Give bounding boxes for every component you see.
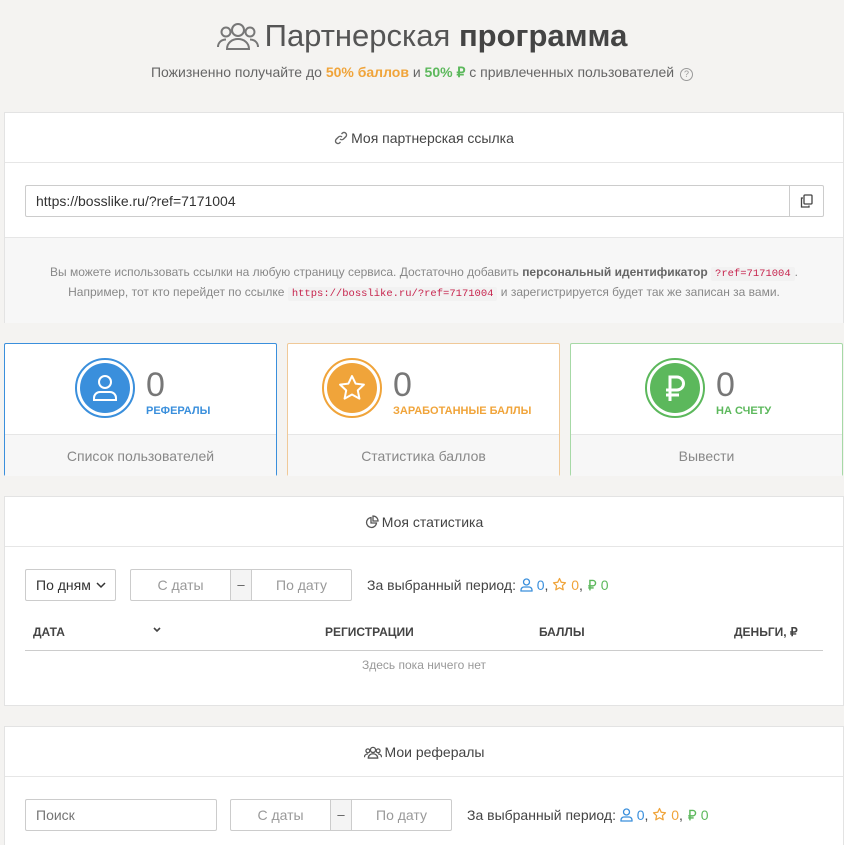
link-icon [334, 131, 348, 145]
points-count: 0 [393, 366, 412, 404]
ref-note-line1-code: ?ref=7171004 [711, 267, 795, 281]
stats-period-points: 0 [571, 577, 580, 593]
chevron-down-icon[interactable] [152, 625, 162, 640]
referrals-badge [75, 358, 135, 418]
stats-period-summary: За выбранный период: 0, 0, 0 [367, 577, 609, 593]
points-label: ЗАРАБОТАННЫЕ БАЛЛЫ [393, 405, 532, 417]
ref-note-line2-post: и зарегистрируется будет так же записан … [500, 285, 780, 299]
referrals-label: РЕФЕРАЛЫ [146, 405, 211, 417]
subtitle-post: с привлеченных пользователей [469, 64, 675, 80]
ref-note-area: Вы можете использовать ссылки на любую с… [5, 237, 843, 323]
group-by-value: По дням [36, 577, 91, 593]
referrals-period-users: 0 [636, 807, 645, 823]
ref-note-line2-code: https://bosslike.ru/?ref=7171004 [287, 287, 498, 301]
referrals-count: 0 [146, 366, 165, 404]
ruble-icon [588, 579, 596, 591]
my-referrals-panel: Мои рефералы С даты – По дату За выбранн… [4, 726, 844, 845]
referrals-period-label: За выбранный период: [467, 807, 616, 823]
stats-heading-text: Моя статистика [381, 514, 484, 530]
points-badge [322, 358, 382, 418]
users-list-link[interactable]: Список пользователей [5, 434, 276, 476]
stats-period-label: За выбранный период: [367, 577, 516, 593]
group-by-select[interactable]: По дням [25, 569, 116, 601]
stats-heading: Моя статистика [5, 497, 843, 547]
stats-date-separator: – [230, 570, 252, 600]
column-registrations: РЕГИСТРАЦИИ [325, 625, 414, 639]
ref-link-panel: Моя партнерская ссылка Вы можете использ… [4, 112, 844, 323]
referrals-period-points: 0 [671, 807, 680, 823]
subtitle-points: 50% баллов [325, 64, 409, 80]
stats-period-money: 0 [600, 577, 609, 593]
referrals-period-money: 0 [700, 807, 709, 823]
ruble-icon [688, 809, 696, 821]
ref-note: Вы можете использовать ссылки на любую с… [5, 263, 843, 303]
referrals-search-input[interactable] [25, 799, 217, 831]
my-referrals-heading-text: Мои рефералы [384, 744, 485, 760]
referrals-date-range: С даты – По дату [230, 799, 452, 831]
points-card: 0 ЗАРАБОТАННЫЕ БАЛЛЫ Статистика баллов [287, 343, 560, 476]
stats-empty-message: Здесь пока ничего нет [362, 658, 486, 672]
copy-icon [800, 194, 813, 208]
ref-link-field [25, 185, 824, 217]
referrals-date-to[interactable]: По дату [352, 800, 451, 830]
ref-note-line1-end: . [794, 265, 798, 279]
user-icon [93, 375, 117, 401]
stats-date-to[interactable]: По дату [252, 570, 351, 600]
copy-button[interactable] [789, 186, 823, 216]
withdraw-link[interactable]: Вывести [571, 434, 842, 476]
chevron-down-icon [95, 570, 107, 610]
stats-table-header: ДАТА РЕГИСТРАЦИИ БАЛЛЫ ДЕНЬГИ, ₽ [25, 625, 823, 651]
ref-note-line1-pre: Вы можете использовать ссылки на любую с… [50, 265, 519, 279]
column-money: ДЕНЬГИ, ₽ [734, 625, 798, 639]
ref-link-heading: Моя партнерская ссылка [5, 113, 843, 163]
title-bold: программа [458, 18, 628, 53]
column-date[interactable]: ДАТА [33, 625, 65, 639]
subtitle-pre: Пожизненно получайте до [150, 64, 322, 80]
subtitle-and: и [412, 64, 421, 80]
referrals-date-separator: – [330, 800, 352, 830]
money-label: НА СЧЕТУ [716, 405, 772, 417]
star-icon [653, 807, 667, 821]
user-icon [520, 578, 533, 592]
page-subtitle: Пожизненно получайте до 50% баллов и 50%… [0, 64, 844, 81]
money-count: 0 [716, 366, 735, 404]
ruble-icon [666, 375, 685, 401]
ref-note-line2-pre: Например, тот кто перейдет по ссылке [68, 285, 285, 299]
stats-date-from[interactable]: С даты [131, 570, 230, 600]
money-card: 0 НА СЧЕТУ Вывести [570, 343, 843, 476]
help-icon[interactable]: ? [680, 68, 694, 81]
page-title: Партнерская программа [0, 18, 844, 59]
stats-period-users: 0 [536, 577, 545, 593]
page-header: Партнерская программа Пожизненно получай… [0, 0, 844, 100]
users-icon [363, 746, 382, 759]
money-badge [645, 358, 705, 418]
points-stats-link[interactable]: Статистика баллов [288, 434, 559, 476]
column-points: БАЛЛЫ [539, 625, 585, 639]
subtitle-money: 50% ₽ [424, 64, 466, 80]
pie-chart-icon [365, 515, 379, 529]
referrals-date-from[interactable]: С даты [231, 800, 330, 830]
title-light: Партнерская [264, 18, 451, 53]
ref-link-heading-text: Моя партнерская ссылка [351, 130, 514, 146]
referrals-period-summary: За выбранный период: 0, 0, 0 [467, 807, 709, 823]
star-icon [339, 375, 365, 400]
my-referrals-heading: Мои рефералы [5, 727, 843, 777]
stats-date-range: С даты – По дату [130, 569, 352, 601]
users-icon [216, 21, 259, 59]
ref-note-line1-bold: персональный идентификатор [522, 265, 708, 279]
stats-panel: Моя статистика По дням С даты – По дату … [4, 496, 844, 706]
star-icon [553, 577, 567, 591]
referrals-card: 0 РЕФЕРАЛЫ Список пользователей [4, 343, 277, 476]
user-icon [620, 808, 633, 822]
ref-link-input[interactable] [26, 186, 790, 216]
